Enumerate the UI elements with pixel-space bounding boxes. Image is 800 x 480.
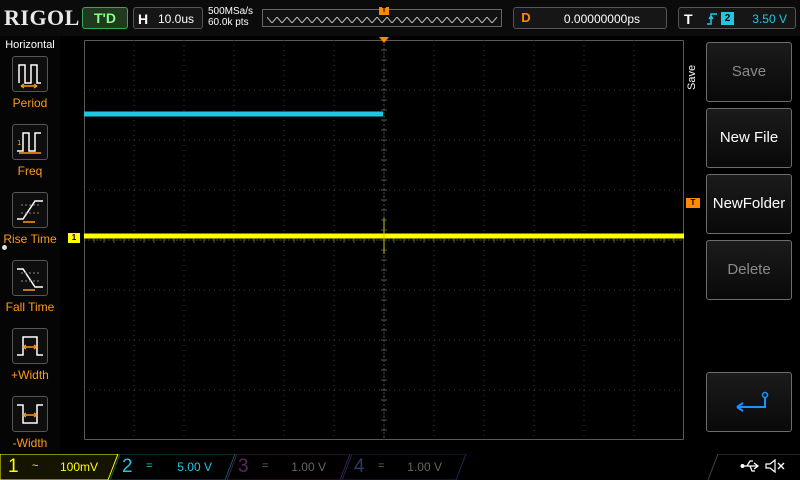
svg-text:1: 1 [17,139,21,147]
ch1-coupling: ~ [32,460,39,472]
trigger-level-marker[interactable]: T [686,198,700,208]
ch1-scale: 100mV [59,460,98,474]
acquisition-info: 500MSa/s 60.0k pts [208,6,253,28]
ch2-coupling: = [146,460,153,472]
top-status-bar: RIGOL T'D H 10.0us 500MSa/s 60.0k pts T … [0,0,800,36]
measure-fall-time-button[interactable]: Fall Time [0,260,60,324]
ch2-scale: 5.00 V [177,460,212,474]
measure-negative-width-button[interactable]: -Width [0,396,60,460]
measure-period-label: Period [12,96,48,110]
memory-overview-bar: T [262,7,502,27]
measure-positive-width-label: +Width [11,368,49,382]
delay-box[interactable]: D 0.00000000ps [513,7,667,29]
measure-period-button[interactable]: Period [0,56,60,120]
brand-logo: RIGOL [4,5,80,30]
rising-edge-icon [706,11,718,31]
speaker-muted-icon[interactable] [764,457,786,475]
measure-menu: Horizontal Period 1 Freq Rise Time Fall … [0,36,60,454]
menu-selection-dot [2,245,7,250]
timebase-value: 10.0us [158,12,195,26]
ch4-coupling: = [378,460,385,472]
period-icon [12,56,48,92]
memory-waveform-icon [267,17,498,23]
trigger-position-marker-icon: T [379,7,389,15]
trigger-label: T [684,11,693,27]
delay-value: 0.00000000ps [563,12,640,26]
measure-fall-time-label: Fall Time [5,300,55,314]
ch4-tab[interactable]: 4 = 1.00 V [346,454,454,480]
ch3-tab[interactable]: 3 = 1.00 V [230,454,338,480]
channel-status-bar: 1 ~ 100mV 2 = 5.00 V 3 = 1.00 V 4 = 1.00… [0,454,800,480]
measure-freq-button[interactable]: 1 Freq [0,124,60,188]
ch1-number: 1 [8,456,19,477]
sample-rate: 500MSa/s [208,6,254,17]
measure-freq-label: Freq [17,164,43,178]
waveform-display[interactable] [84,40,684,440]
positive-width-icon [12,328,48,364]
measure-rise-time-label: Rise Time [3,232,57,246]
usb-icon [740,460,760,472]
new-file-button[interactable]: New File [706,108,792,168]
measure-rise-time-button[interactable]: Rise Time [0,192,60,256]
trigger-box[interactable]: T 2 3.50 V [678,7,796,29]
ch2-number: 2 [122,456,133,477]
memory-depth: 60.0k pts [208,17,249,28]
negative-width-icon [12,396,48,432]
frequency-icon: 1 [12,124,48,160]
measure-negative-width-label: -Width [12,436,48,450]
ch2-tab[interactable]: 2 = 5.00 V [114,454,224,480]
ch3-number: 3 [238,456,249,477]
trigger-position-arrow-icon [379,37,389,43]
measure-menu-title: Horizontal [5,39,55,51]
ch1-tab[interactable]: 1 ~ 100mV [0,454,110,480]
return-arrow-icon [736,391,769,412]
ch4-number: 4 [354,456,365,477]
trigger-source: 2 [721,12,734,25]
ch3-coupling: = [262,460,269,472]
return-button[interactable] [706,372,792,432]
ch4-scale: 1.00 V [407,460,442,474]
rise-time-icon [12,192,48,228]
measure-positive-width-button[interactable]: +Width [0,328,60,392]
delay-label: D [521,10,531,25]
ch3-scale: 1.00 V [291,460,326,474]
save-button[interactable]: Save [706,42,792,102]
delete-button[interactable]: Delete [706,240,792,300]
horizontal-label: H [138,11,149,27]
new-folder-button[interactable]: NewFolder [706,174,792,234]
save-menu-title: Save [686,64,698,90]
ch1-ground-marker[interactable]: 1 [68,233,80,243]
fall-time-icon [12,260,48,296]
horizontal-timebase-box[interactable]: H 10.0us [133,7,203,29]
trigger-level-value: 3.50 V [752,12,787,26]
trigger-status-badge[interactable]: T'D [82,7,128,29]
